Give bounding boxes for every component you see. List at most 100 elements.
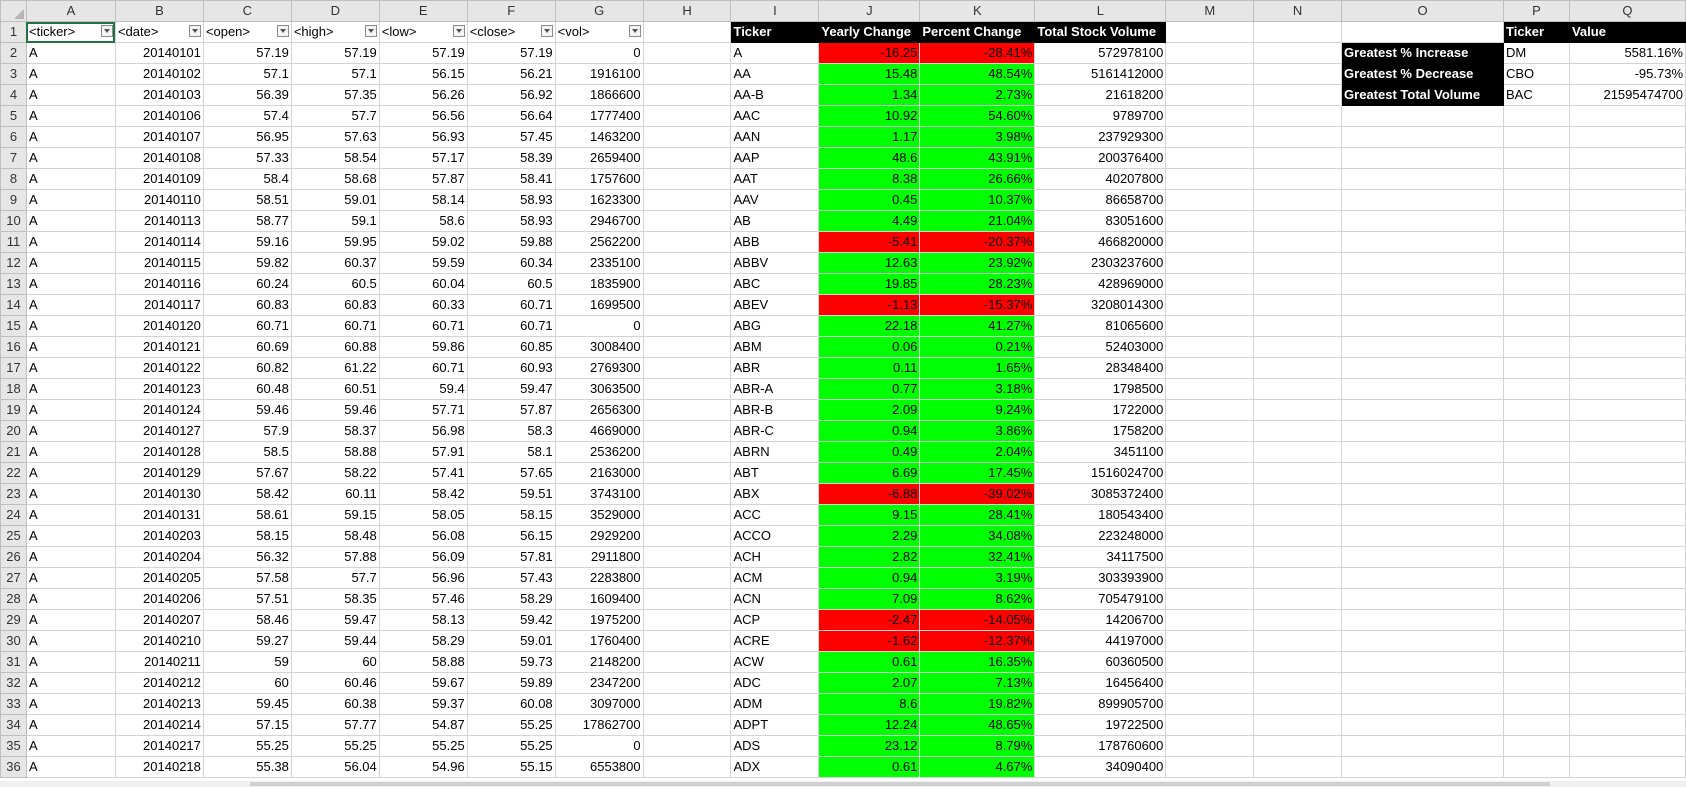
raw-data-cell[interactable]: 1835900 — [554, 273, 644, 295]
cell[interactable] — [1341, 105, 1504, 127]
raw-data-cell[interactable]: 59.37 — [378, 693, 468, 715]
raw-data-cell[interactable]: 57.63 — [290, 126, 380, 148]
cell[interactable] — [1341, 714, 1504, 736]
cell[interactable] — [1568, 441, 1686, 463]
summary-ticker-cell[interactable]: ACH — [730, 546, 820, 568]
summary-ticker-cell[interactable]: ACN — [730, 588, 820, 610]
raw-data-cell[interactable]: 59.67 — [378, 672, 468, 694]
cell[interactable] — [1568, 294, 1686, 316]
raw-data-cell[interactable]: 20140101 — [114, 42, 204, 64]
yearly-change-cell[interactable]: 1.17 — [818, 126, 921, 148]
raw-data-cell[interactable]: 60.93 — [466, 357, 556, 379]
raw-data-cell[interactable]: 58.22 — [290, 462, 380, 484]
cell[interactable] — [1253, 588, 1343, 610]
row-header[interactable]: 24 — [0, 504, 27, 526]
raw-data-cell[interactable]: 1866600 — [554, 84, 644, 106]
summary-ticker-cell[interactable]: AAN — [730, 126, 820, 148]
row-header[interactable]: 9 — [0, 189, 27, 211]
raw-data-cell[interactable]: A — [25, 651, 116, 673]
greatest-ticker-cell[interactable]: CBO — [1503, 63, 1570, 85]
cell[interactable] — [1568, 609, 1686, 631]
spreadsheet-grid[interactable]: ABCDEFGHIJKLMNOPQ 1 <ticker> <date> <open> <… — [0, 0, 1686, 787]
raw-data-cell[interactable]: 59.15 — [290, 504, 380, 526]
raw-data-cell[interactable]: A — [25, 735, 116, 757]
total-volume-cell[interactable]: 52403000 — [1034, 336, 1167, 358]
cell[interactable] — [1503, 126, 1570, 148]
summary-ticker-cell[interactable]: AAP — [730, 147, 820, 169]
cell[interactable] — [1253, 252, 1343, 274]
raw-data-cell[interactable]: 20140207 — [114, 609, 204, 631]
summary-ticker-cell[interactable]: AA-B — [730, 84, 820, 106]
raw-data-cell[interactable]: 20140204 — [114, 546, 204, 568]
raw-data-cell[interactable]: 57.77 — [290, 714, 380, 736]
cell[interactable] — [1503, 462, 1570, 484]
raw-data-cell[interactable]: 20140127 — [114, 420, 204, 442]
yearly-change-cell[interactable]: 0.11 — [818, 357, 921, 379]
raw-data-cell[interactable]: A — [25, 672, 116, 694]
raw-data-cell[interactable]: 20140131 — [114, 504, 204, 526]
raw-data-cell[interactable]: 20140123 — [114, 378, 204, 400]
cell[interactable] — [1503, 378, 1570, 400]
raw-data-cell[interactable]: 60.85 — [466, 336, 556, 358]
cell[interactable] — [1253, 483, 1343, 505]
raw-header-cell[interactable]: <vol> — [554, 21, 644, 43]
row-header[interactable]: 34 — [0, 714, 27, 736]
percent-change-cell[interactable]: 8.79% — [919, 735, 1036, 757]
cell[interactable] — [642, 294, 732, 316]
raw-data-cell[interactable]: 20140203 — [114, 525, 204, 547]
cell[interactable] — [1503, 441, 1570, 463]
raw-data-cell[interactable]: 57.33 — [202, 147, 292, 169]
row-header[interactable]: 18 — [0, 378, 27, 400]
cell[interactable] — [1341, 315, 1504, 337]
cell[interactable] — [1253, 714, 1343, 736]
summary-ticker-cell[interactable]: ACCO — [730, 525, 820, 547]
total-volume-cell[interactable]: 19722500 — [1034, 714, 1167, 736]
raw-data-cell[interactable]: 20140213 — [114, 693, 204, 715]
cell[interactable] — [1165, 567, 1255, 589]
raw-data-cell[interactable]: 57.45 — [466, 126, 556, 148]
raw-data-cell[interactable]: A — [25, 462, 116, 484]
cell[interactable] — [1341, 252, 1504, 274]
raw-data-cell[interactable]: 58.42 — [202, 483, 292, 505]
cell[interactable] — [1568, 231, 1686, 253]
summary-header-cell[interactable]: Percent Change — [919, 21, 1036, 43]
row-header[interactable]: 15 — [0, 315, 27, 337]
raw-data-cell[interactable]: 1975200 — [554, 609, 644, 631]
cell[interactable] — [1503, 588, 1570, 610]
raw-data-cell[interactable]: 59.89 — [466, 672, 556, 694]
cell[interactable] — [1503, 672, 1570, 694]
percent-change-cell[interactable]: 34.08% — [919, 525, 1036, 547]
raw-data-cell[interactable]: 2562200 — [554, 231, 644, 253]
raw-header-cell[interactable]: <date> — [114, 21, 204, 43]
yearly-change-cell[interactable]: 0.94 — [818, 420, 921, 442]
cell[interactable] — [1568, 651, 1686, 673]
raw-data-cell[interactable]: A — [25, 357, 116, 379]
total-volume-cell[interactable]: 572978100 — [1034, 42, 1167, 64]
raw-data-cell[interactable]: 60.71 — [466, 294, 556, 316]
yearly-change-cell[interactable]: 48.6 — [818, 147, 921, 169]
raw-data-cell[interactable]: 56.64 — [466, 105, 556, 127]
yearly-change-cell[interactable]: 7.09 — [818, 588, 921, 610]
cell[interactable] — [1253, 525, 1343, 547]
filter-dropdown-icon[interactable] — [364, 25, 377, 37]
row-header[interactable]: 6 — [0, 126, 27, 148]
raw-data-cell[interactable]: A — [25, 210, 116, 232]
column-header-k[interactable]: K — [919, 0, 1036, 22]
column-header-a[interactable]: A — [25, 0, 116, 22]
cell[interactable] — [1341, 672, 1504, 694]
yearly-change-cell[interactable]: -1.13 — [818, 294, 921, 316]
greatest-ticker-cell[interactable]: DM — [1503, 42, 1570, 64]
percent-change-cell[interactable]: 2.04% — [919, 441, 1036, 463]
cell[interactable] — [1253, 210, 1343, 232]
percent-change-cell[interactable]: 48.65% — [919, 714, 1036, 736]
cell[interactable] — [642, 105, 732, 127]
greatest-label-cell[interactable]: Greatest % Decrease — [1341, 63, 1504, 85]
cell[interactable] — [1253, 441, 1343, 463]
cell[interactable] — [1568, 105, 1686, 127]
raw-data-cell[interactable]: A — [25, 756, 116, 778]
cell[interactable] — [1253, 756, 1343, 778]
raw-data-cell[interactable]: 1757600 — [554, 168, 644, 190]
row-header[interactable]: 28 — [0, 588, 27, 610]
percent-change-cell[interactable]: -39.02% — [919, 483, 1036, 505]
raw-data-cell[interactable]: 60.69 — [202, 336, 292, 358]
